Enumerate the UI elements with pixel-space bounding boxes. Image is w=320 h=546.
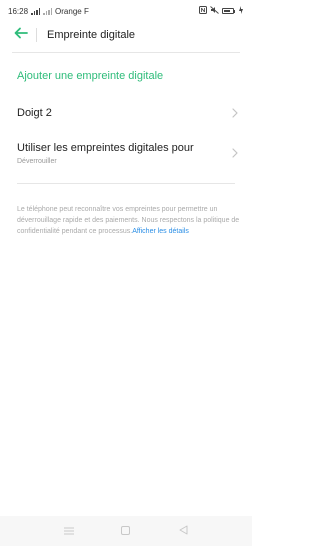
status-left: 16:28 Orange F (8, 7, 89, 16)
charging-icon (238, 6, 244, 16)
info-description: Le téléphone peut reconnaître vos emprei… (17, 204, 240, 237)
use-fingerprint-value: Déverrouiller (17, 157, 57, 165)
app-header: Empreinte digitale (0, 22, 252, 48)
signal-secondary-icon (43, 7, 53, 15)
header-separator (12, 52, 240, 53)
arrow-left-icon (14, 26, 28, 44)
add-fingerprint-button[interactable]: Ajouter une empreinte digitale (17, 70, 163, 82)
menu-icon (63, 522, 74, 540)
fingerprint-item[interactable]: Doigt 2 (17, 104, 240, 122)
info-text: Le téléphone peut reconnaître vos emprei… (17, 206, 240, 235)
square-icon (121, 522, 131, 540)
status-right (199, 6, 244, 16)
details-link[interactable]: Afficher les détails (132, 228, 189, 235)
chevron-right-icon (230, 108, 240, 118)
nfc-icon (199, 6, 207, 16)
battery-tip (234, 9, 235, 13)
chevron-right-icon (230, 148, 240, 158)
back-button[interactable] (12, 26, 30, 44)
home-button[interactable] (119, 524, 133, 538)
page-title: Empreinte digitale (47, 29, 136, 41)
mute-icon (210, 6, 219, 16)
use-fingerprint-text: Utiliser les empreintes digitales pour D… (17, 142, 194, 165)
fingerprint-item-label: Doigt 2 (17, 107, 52, 119)
section-separator (17, 183, 235, 184)
battery-icon (222, 8, 234, 14)
status-time: 16:28 (8, 6, 29, 16)
header-divider (36, 28, 37, 42)
triangle-back-icon (179, 522, 188, 540)
status-bar: 16:28 Orange F (0, 0, 252, 22)
use-fingerprint-title: Utiliser les empreintes digitales pour (17, 141, 194, 154)
recent-apps-button[interactable] (62, 524, 76, 538)
signal-icon (31, 7, 41, 15)
use-fingerprint-for-setting[interactable]: Utiliser les empreintes digitales pour D… (17, 138, 240, 168)
carrier-name: Orange F (55, 6, 89, 16)
back-nav-button[interactable] (176, 524, 190, 538)
navigation-bar (0, 516, 252, 546)
